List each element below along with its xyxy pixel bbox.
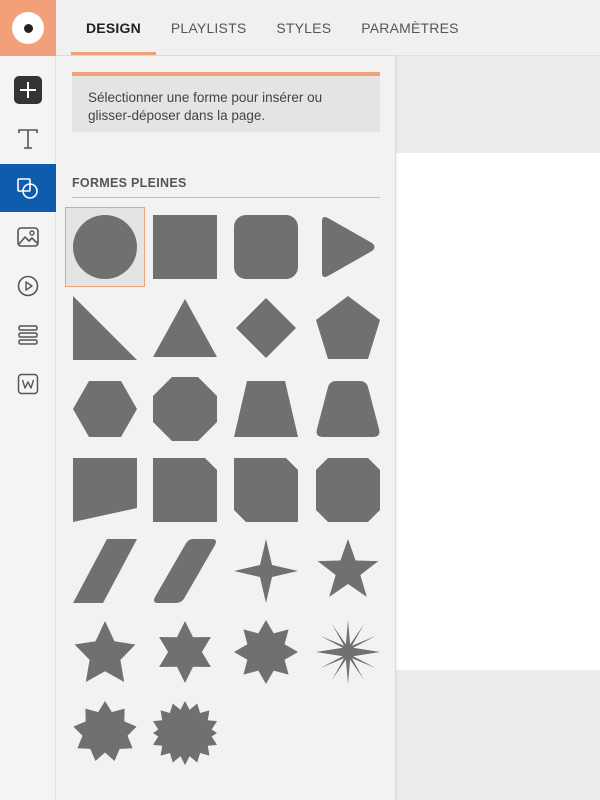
tab-styles[interactable]: STYLES	[261, 0, 346, 55]
shape-four-point-star[interactable]	[226, 531, 306, 611]
circle-icon	[73, 215, 137, 279]
shape-five-point-star[interactable]	[308, 531, 388, 611]
shape-snipped-corner-square[interactable]	[145, 450, 225, 530]
shape-diamond[interactable]	[226, 288, 306, 368]
all-corners-snipped-square-icon	[316, 458, 380, 522]
add-icon	[14, 76, 42, 104]
snipped-corner-square-icon	[153, 458, 217, 522]
shape-right-triangle[interactable]	[65, 288, 145, 368]
shape-octagon[interactable]	[145, 369, 225, 449]
diamond-icon	[236, 298, 296, 358]
right-triangle-icon	[73, 296, 137, 360]
shape-square[interactable]	[145, 207, 225, 287]
shape-circle[interactable]	[65, 207, 145, 287]
rail-item-image[interactable]	[0, 213, 56, 261]
shape-eight-point-star[interactable]	[226, 612, 306, 692]
shape-seven-point-star[interactable]	[145, 612, 225, 692]
shape-parallelogram[interactable]	[65, 531, 145, 611]
shape-rounded-trapezoid[interactable]	[308, 369, 388, 449]
snipped-corners-square-icon	[234, 458, 298, 522]
four-point-star-icon	[234, 539, 298, 603]
ten-point-starburst-icon	[73, 701, 137, 761]
rounded-triangle-icon	[322, 217, 375, 277]
rail-item-video[interactable]	[0, 262, 56, 310]
hexagon-icon	[73, 381, 137, 437]
insert-hint: Sélectionner une forme pour insérer ou g…	[72, 72, 380, 132]
text-icon	[18, 129, 38, 149]
slanted-quadrilateral-icon	[73, 458, 137, 522]
shape-all-corners-snipped-square[interactable]	[308, 450, 388, 530]
top-nav: DESIGN PLAYLISTS STYLES PARAMÈTRES	[56, 0, 600, 56]
shapes-panel: Sélectionner une forme pour insérer ou g…	[56, 56, 396, 800]
canvas-page[interactable]	[396, 153, 600, 670]
playlist-icon	[18, 325, 38, 345]
image-icon	[17, 227, 39, 247]
shapes-icon	[17, 178, 38, 199]
tool-rail	[0, 56, 56, 800]
shape-pentagon[interactable]	[308, 288, 388, 368]
trapezoid-icon	[234, 381, 298, 437]
twelve-point-star-icon	[316, 620, 380, 684]
app-logo[interactable]	[0, 0, 56, 56]
rounded-square-icon	[234, 215, 298, 279]
shape-six-point-star[interactable]	[65, 612, 145, 692]
sixteen-point-starburst-icon	[153, 701, 217, 765]
tab-design[interactable]: DESIGN	[71, 0, 156, 55]
rail-item-shapes[interactable]	[0, 164, 56, 212]
shape-rounded-parallelogram[interactable]	[145, 531, 225, 611]
pentagon-icon	[316, 296, 380, 359]
tab-playlists[interactable]: PLAYLISTS	[156, 0, 261, 55]
shape-triangle[interactable]	[145, 288, 225, 368]
shape-hexagon[interactable]	[65, 369, 145, 449]
logo-icon	[12, 12, 44, 44]
square-icon	[153, 215, 217, 279]
section-title: FORMES PLEINES	[72, 176, 380, 198]
shape-rounded-square[interactable]	[226, 207, 306, 287]
shape-ten-point-starburst[interactable]	[65, 693, 145, 773]
shape-snipped-corners-square[interactable]	[226, 450, 306, 530]
parallelogram-icon	[73, 539, 137, 603]
rail-item-add[interactable]	[0, 66, 56, 114]
eight-point-star-icon	[234, 620, 298, 684]
shape-slanted-quadrilateral[interactable]	[65, 450, 145, 530]
five-point-star-icon	[317, 539, 379, 597]
shape-twelve-point-star[interactable]	[308, 612, 388, 692]
shape-sixteen-point-starburst[interactable]	[145, 693, 225, 773]
seven-point-star-icon	[159, 621, 211, 683]
rail-item-text[interactable]	[0, 115, 56, 163]
shape-trapezoid[interactable]	[226, 369, 306, 449]
rounded-parallelogram-icon	[154, 539, 216, 603]
triangle-icon	[153, 299, 217, 357]
rail-item-playlist[interactable]	[0, 311, 56, 359]
video-icon	[17, 275, 39, 297]
tab-parametres[interactable]: PARAMÈTRES	[346, 0, 473, 55]
widget-icon	[17, 373, 39, 395]
octagon-icon	[153, 377, 217, 441]
six-point-star-icon	[74, 621, 136, 682]
rail-item-widget[interactable]	[0, 360, 56, 408]
rounded-trapezoid-icon	[316, 381, 380, 437]
shape-rounded-triangle[interactable]	[308, 207, 388, 287]
